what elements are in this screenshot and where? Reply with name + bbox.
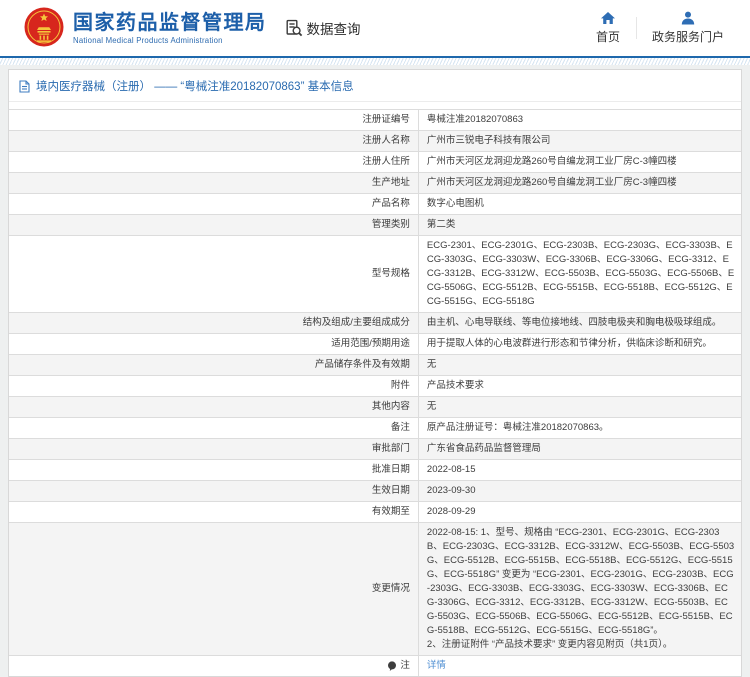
table-row-note: 注 详情 [9,656,741,676]
row-label: 产品储存条件及有效期 [9,355,419,375]
row-label: 注册人名称 [9,131,419,151]
table-row-approval-department: 审批部门 广东省食品药品监督管理局 [9,439,741,460]
row-label: 审批部门 [9,439,419,459]
top-nav: 首页 政务服务门户 [580,11,740,45]
row-value: 第二类 [419,215,741,235]
table-row-intended-use: 适用范围/预期用途 用于提取人体的心电波群进行形态和节律分析，供临床诊断和研究。 [9,334,741,355]
table-row-approval-date: 批准日期 2022-08-15 [9,460,741,481]
row-label: 有效期至 [9,502,419,522]
home-icon [600,11,616,25]
table-row-effective-date: 生效日期 2023-09-30 [9,481,741,502]
registration-info-table: 注册证编号 粤械注准20182070863 注册人名称 广州市三锐电子科技有限公… [9,109,741,676]
page-title-bar: 境内医疗器械（注册） —— “粤械注准20182070863” 基本信息 [9,70,741,102]
row-label: 注册人住所 [9,152,419,172]
table-row-structure-composition: 结构及组成/主要组成成分 由主机、心电导联线、等电位接地线、四肢电极夹和胸电极吸… [9,313,741,334]
row-value: 用于提取人体的心电波群进行形态和节律分析，供临床诊断和研究。 [419,334,741,354]
row-value: 无 [419,355,741,375]
row-label: 批准日期 [9,460,419,480]
table-row-expiry-date: 有效期至 2028-09-29 [9,502,741,523]
document-icon [19,80,30,93]
row-value: 广州市三锐电子科技有限公司 [419,131,741,151]
table-row-registrant-address: 注册人住所 广州市天河区龙洞迎龙路260号自编龙洞工业厂房C-3幢四楼 [9,152,741,173]
row-label: 注册证编号 [9,110,419,130]
row-value: 由主机、心电导联线、等电位接地线、四肢电极夹和胸电极吸球组成。 [419,313,741,333]
row-label: 变更情况 [9,523,419,655]
row-label: 附件 [9,376,419,396]
table-row-production-address: 生产地址 广州市天河区龙洞迎龙路260号自编龙洞工业厂房C-3幢四楼 [9,173,741,194]
row-label: 管理类别 [9,215,419,235]
row-value: 2022-08-15: 1、型号、规格由 “ECG-2301、ECG-2301G… [419,523,741,655]
table-row-reg-cert-no: 注册证编号 粤械注准20182070863 [9,110,741,131]
table-row-registrant-name: 注册人名称 广州市三锐电子科技有限公司 [9,131,741,152]
row-value: 2028-09-29 [419,502,741,522]
table-row-management-class: 管理类别 第二类 [9,215,741,236]
data-query-label: 数据查询 [307,18,361,38]
table-row-model-specs: 型号规格 ECG-2301、ECG-2301G、ECG-2303B、ECG-23… [9,236,741,313]
row-value: 粤械注准20182070863 [419,110,741,130]
speech-dot-icon [387,661,397,671]
table-row-change-history: 变更情况 2022-08-15: 1、型号、规格由 “ECG-2301、ECG-… [9,523,741,656]
row-value: 无 [419,397,741,417]
nav-item-portal-label: 政务服务门户 [652,28,724,45]
nav-item-portal[interactable]: 政务服务门户 [636,11,740,45]
row-label: 生效日期 [9,481,419,501]
row-label: 适用范围/预期用途 [9,334,419,354]
table-row-product-name: 产品名称 数字心电图机 [9,194,741,215]
row-value: 2022-08-15 [419,460,741,480]
row-value: 详情 [419,656,741,676]
detail-card: 境内医疗器械（注册） —— “粤械注准20182070863” 基本信息 注册证… [8,69,742,677]
row-value: 广州市天河区龙洞迎龙路260号自编龙洞工业厂房C-3幢四楼 [419,152,741,172]
row-label: 其他内容 [9,397,419,417]
row-label: 备注 [9,418,419,438]
agency-logo: 国家药品监督管理局 National Medical Products Admi… [24,7,267,49]
page-title: 境内医疗器械（注册） —— “粤械注准20182070863” 基本信息 [36,78,354,94]
row-label: 生产地址 [9,173,419,193]
row-value: 广东省食品药品监督管理局 [419,439,741,459]
table-row-attachment: 附件 产品技术要求 [9,376,741,397]
note-label: 注 [400,659,410,673]
nav-item-home[interactable]: 首页 [580,11,636,45]
site-header: 国家药品监督管理局 National Medical Products Admi… [0,0,750,56]
table-row-remark: 备注 原产品注册证号：粤械注准20182070863。 [9,418,741,439]
table-row-storage-validity: 产品储存条件及有效期 无 [9,355,741,376]
person-icon [680,11,696,25]
details-link[interactable]: 详情 [427,659,446,673]
agency-name-zh: 国家药品监督管理局 [73,12,267,34]
national-emblem-icon [24,7,64,49]
row-value: 广州市天河区龙洞迎龙路260号自编龙洞工业厂房C-3幢四楼 [419,173,741,193]
row-value: 产品技术要求 [419,376,741,396]
row-label: 产品名称 [9,194,419,214]
row-value: 原产品注册证号：粤械注准20182070863。 [419,418,741,438]
row-label: 结构及组成/主要组成成分 [9,313,419,333]
row-value: 2023-09-30 [419,481,741,501]
nav-item-home-label: 首页 [596,28,620,45]
doc-search-icon [285,19,303,37]
row-label: 型号规格 [9,236,419,312]
agency-titles: 国家药品监督管理局 National Medical Products Admi… [73,12,267,45]
row-label: 注 [9,656,419,676]
table-row-other-content: 其他内容 无 [9,397,741,418]
header-separator [0,56,750,65]
row-value: ECG-2301、ECG-2301G、ECG-2303B、ECG-2303G、E… [419,236,741,312]
row-value: 数字心电图机 [419,194,741,214]
data-query-button[interactable]: 数据查询 [285,18,361,38]
agency-name-en: National Medical Products Administration [73,36,267,45]
